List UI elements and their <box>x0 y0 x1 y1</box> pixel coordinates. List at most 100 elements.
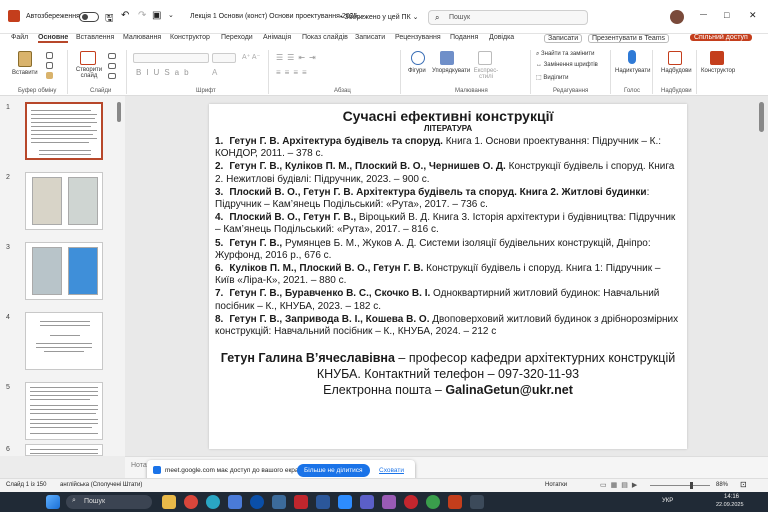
reference-item[interactable]: 5. Гетун Г. В., Румянцев Б. М., Жуков А. … <box>215 238 681 262</box>
reference-item[interactable]: 7. Гетун Г. В., Буравченко В. С., Скочко … <box>215 288 681 312</box>
reference-item[interactable]: 3. Плоский В. О., Гетун Г. В. Архітектура… <box>215 187 681 211</box>
file-explorer-icon[interactable] <box>162 495 176 509</box>
reference-item[interactable]: 2. Гетун Г. В., Куліков П. М., Плоский В.… <box>215 161 681 185</box>
cut-icon[interactable] <box>46 52 53 59</box>
edge-icon[interactable] <box>206 495 220 509</box>
font-name-dropdown[interactable] <box>133 53 209 63</box>
addins-button[interactable]: Надбудови <box>661 68 692 74</box>
tab-record[interactable]: Записати <box>355 34 385 41</box>
tab-slideshow[interactable]: Показ слайдів <box>302 34 348 41</box>
tab-insert[interactable]: Вставлення <box>76 34 114 41</box>
notes-toggle[interactable]: Нотатки <box>545 482 567 488</box>
arrange-icon[interactable] <box>440 51 454 65</box>
avatar[interactable] <box>670 10 684 24</box>
close-button[interactable]: ✕ <box>749 10 757 21</box>
tab-view[interactable]: Подання <box>450 34 478 41</box>
store-icon[interactable] <box>228 495 242 509</box>
format-painter-icon[interactable] <box>46 72 53 79</box>
reference-item[interactable]: 8. Гетун Г. В., Запривода В. І., Кошева В… <box>215 314 681 338</box>
opera-icon[interactable] <box>404 495 418 509</box>
tab-design[interactable]: Конструктор <box>170 34 210 41</box>
tab-file[interactable]: Файл <box>11 34 28 41</box>
reset-icon[interactable] <box>108 63 116 69</box>
zoom-level[interactable]: 88% <box>716 482 728 488</box>
email-line[interactable]: Електронна пошта – GalinaGetun@ukr.net <box>215 382 681 398</box>
powerpoint-icon[interactable] <box>448 495 462 509</box>
tab-draw[interactable]: Малювання <box>123 34 161 41</box>
app-icon[interactable] <box>470 495 484 509</box>
references-list[interactable]: 1. Гетун Г. В. Архітектура будівель та сп… <box>215 136 681 338</box>
reference-item[interactable]: 4. Плоский В. О., Гетун Г. В., Віроцький … <box>215 212 681 236</box>
language-indicator[interactable]: англійська (Сполучені Штати) <box>60 482 142 488</box>
slide-canvas[interactable]: Сучасні ефективні конструкції ЛІТЕРАТУРА… <box>209 104 687 449</box>
slide-thumbnail-4[interactable] <box>25 312 103 370</box>
mcafee-icon[interactable] <box>294 495 308 509</box>
font-grow-icon[interactable]: A⁺ A⁻ <box>242 53 260 61</box>
minimize-button[interactable]: — <box>700 11 707 18</box>
slide-thumbnail-2[interactable] <box>25 172 103 230</box>
shapes-icon[interactable] <box>411 51 425 65</box>
share-button[interactable]: Спільний доступ <box>690 34 752 41</box>
present-teams-button[interactable]: Презентувати в Teams <box>588 34 670 43</box>
slide-thumbnail-3[interactable] <box>25 242 103 300</box>
layout-icon[interactable] <box>108 53 116 59</box>
search-box[interactable]: ⌕ Пошук <box>428 10 588 25</box>
copy-icon[interactable] <box>46 62 53 69</box>
slide-thumbnail-1[interactable] <box>25 102 103 160</box>
zoom-icon[interactable] <box>338 495 352 509</box>
zoom-slider[interactable] <box>650 482 710 489</box>
new-slide-icon[interactable] <box>80 51 96 65</box>
reference-item[interactable]: 6. Куліков П. М., Плоский В. О., Гетун Г.… <box>215 263 681 287</box>
reference-item[interactable]: 1. Гетун Г. В. Архітектура будівель та сп… <box>215 136 681 160</box>
hide-banner-button[interactable]: Сховати <box>379 467 404 474</box>
chrome-icon[interactable] <box>184 495 198 509</box>
windows-start-icon[interactable] <box>46 495 60 509</box>
editor-scrollbar[interactable] <box>759 102 764 132</box>
teams-icon[interactable] <box>360 495 374 509</box>
app-icon[interactable] <box>382 495 396 509</box>
clock-date[interactable]: 22.09.2025 <box>716 502 744 508</box>
maximize-button[interactable]: □ <box>724 10 729 20</box>
microphone-icon[interactable] <box>628 50 636 64</box>
slide-title[interactable]: Сучасні ефективні конструкції <box>215 108 681 124</box>
tab-review[interactable]: Рецензування <box>395 34 441 41</box>
designer-button[interactable]: Конструктор <box>701 68 735 74</box>
tab-transitions[interactable]: Переходи <box>221 34 253 41</box>
select-button[interactable]: ⬚ Виділити <box>536 74 568 81</box>
presenter-icon[interactable]: ▣ <box>152 10 161 21</box>
paste-button[interactable]: Вставити <box>12 70 38 76</box>
find-button[interactable]: ⌕ Знайти та замінити <box>536 51 594 58</box>
font-color-icon[interactable]: A <box>212 68 217 77</box>
word-icon[interactable] <box>316 495 330 509</box>
arrange-button[interactable]: Упорядкувати <box>432 68 470 74</box>
font-size-dropdown[interactable] <box>212 53 236 63</box>
dictate-button[interactable]: Надиктувати <box>615 68 650 74</box>
bullets-icon[interactable]: ☰☰⇤⇥ <box>276 53 320 62</box>
taskbar-search[interactable]: ⌕ Пошук <box>66 495 152 509</box>
slide-thumbnail-6[interactable] <box>25 444 103 456</box>
section-icon[interactable] <box>108 73 116 79</box>
fit-slide-icon[interactable]: ⊡ <box>740 480 747 489</box>
chrome-icon[interactable] <box>426 495 440 509</box>
redo-icon[interactable]: ↷ <box>138 10 146 21</box>
new-slide-button[interactable]: Створити слайд <box>74 67 104 79</box>
quick-access-more-icon[interactable]: ⌄ <box>168 11 174 19</box>
quick-styles-button[interactable]: Експрес-стилі <box>473 68 499 80</box>
designer-icon[interactable] <box>710 51 724 65</box>
record-button[interactable]: Записати <box>544 34 583 43</box>
thumbnails-scrollbar[interactable] <box>117 102 121 122</box>
stop-sharing-button[interactable]: Більше не ділитися <box>297 464 370 477</box>
tab-help[interactable]: Довідка <box>489 34 514 41</box>
hp-icon[interactable] <box>250 495 264 509</box>
paste-icon[interactable] <box>18 51 32 67</box>
replace-button[interactable]: ↔ Замінення шрифтів <box>536 62 598 68</box>
autosave-toggle[interactable] <box>79 12 99 22</box>
app-icon[interactable] <box>272 495 286 509</box>
font-format-buttons[interactable]: BIUSab <box>136 68 194 77</box>
shapes-button[interactable]: Фігури <box>408 68 426 74</box>
view-buttons[interactable]: ▭▦▤▶ <box>600 481 641 489</box>
contact-info[interactable]: Гетун Галина В’ячеславівна – професор ка… <box>215 350 681 382</box>
language-indicator[interactable]: УКР <box>662 498 673 504</box>
slide-subtitle[interactable]: ЛІТЕРАТУРА <box>215 124 681 134</box>
tab-animations[interactable]: Анімація <box>263 34 291 41</box>
